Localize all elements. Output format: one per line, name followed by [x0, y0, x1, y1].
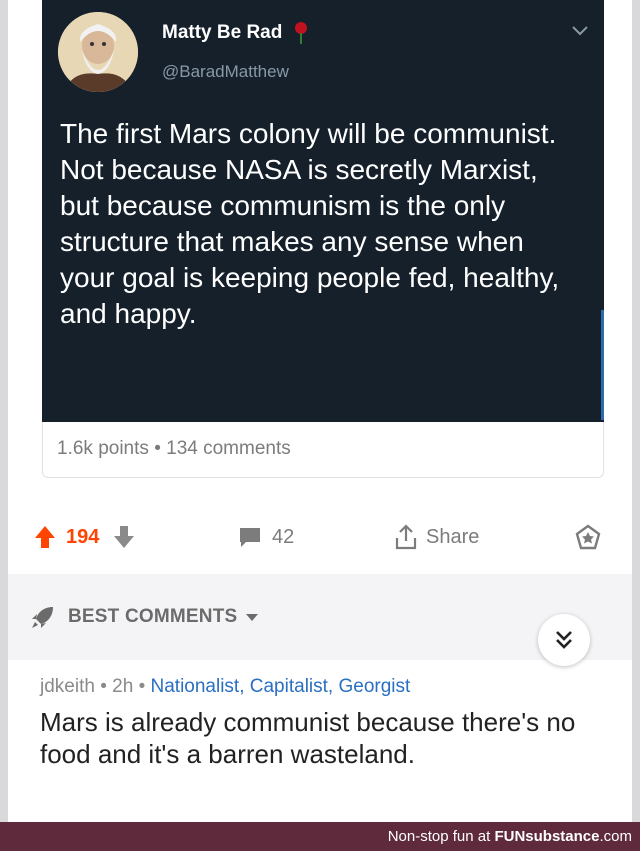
- double-chevron-down-icon: [556, 631, 572, 649]
- avatar: [58, 12, 138, 92]
- tweet-text: The first Mars colony will be communist.…: [60, 118, 560, 329]
- award-button[interactable]: [574, 512, 602, 562]
- tweet-display-name[interactable]: Matty Be Rad: [162, 22, 308, 44]
- comment-body: Mars is already communist because there'…: [40, 707, 576, 769]
- chevron-down-icon[interactable]: [570, 24, 590, 38]
- post-meta: 1.6k points • 134 comments: [42, 422, 604, 478]
- share-button[interactable]: Share: [394, 512, 479, 562]
- meta-separator: •: [100, 676, 107, 697]
- meta-separator: •: [138, 676, 146, 697]
- caret-down-icon: [246, 614, 259, 621]
- user-flair: Nationalist, Capitalist, Georgist: [150, 676, 411, 697]
- footer-tld: .com: [599, 828, 632, 845]
- vote-group: 194: [34, 512, 135, 562]
- meta-separator: •: [154, 438, 161, 459]
- footer-prefix: Non-stop fun at: [387, 828, 495, 845]
- action-bar: 194 42 Share: [8, 512, 632, 562]
- display-name-text: Matty Be Rad: [162, 22, 283, 44]
- rose-icon: [294, 22, 307, 44]
- collapse-button[interactable]: [538, 614, 590, 666]
- comment-author[interactable]: jdkeith: [40, 676, 95, 697]
- award-icon: [575, 524, 601, 550]
- upvote-arrow-icon[interactable]: [34, 525, 56, 549]
- avatar-portrait-icon: [58, 12, 138, 92]
- footer-brand: FUN: [494, 828, 526, 845]
- comments-button[interactable]: 42: [238, 512, 294, 562]
- downvote-arrow-icon[interactable]: [113, 525, 135, 549]
- share-icon: [395, 524, 417, 550]
- comment-count: 42: [272, 525, 295, 548]
- sort-selector[interactable]: BEST COMMENTS: [30, 604, 259, 630]
- share-label: Share: [426, 525, 480, 548]
- comments-count[interactable]: 134 comments: [166, 438, 291, 459]
- rocket-icon: [32, 607, 53, 628]
- watermark-text: Non-stop fun at FUNsubstance.com: [388, 828, 632, 845]
- tweet-handle[interactable]: @BaradMatthew: [162, 62, 289, 82]
- sort-label: BEST COMMENTS: [68, 606, 238, 627]
- tweet-screenshot[interactable]: Matty Be Rad @BaradMatthew The first Mar…: [42, 0, 604, 422]
- app-screen: Matty Be Rad @BaradMatthew The first Mar…: [8, 0, 632, 822]
- tweet-edge-accent: [601, 310, 604, 420]
- upvote-count: 194: [66, 525, 100, 548]
- points-count: 1.6k points: [57, 438, 149, 459]
- comment-meta: jdkeith • 2h • Nationalist, Capitalist, …: [40, 676, 620, 698]
- watermark-footer: Non-stop fun at FUNsubstance.com: [0, 822, 640, 851]
- comment-age: 2h: [112, 676, 134, 697]
- comment-bubble-icon: [240, 528, 260, 547]
- footer-brand-rest: substance: [525, 828, 600, 845]
- comment: jdkeith • 2h • Nationalist, Capitalist, …: [40, 676, 620, 770]
- best-comments-bar: BEST COMMENTS: [8, 574, 632, 666]
